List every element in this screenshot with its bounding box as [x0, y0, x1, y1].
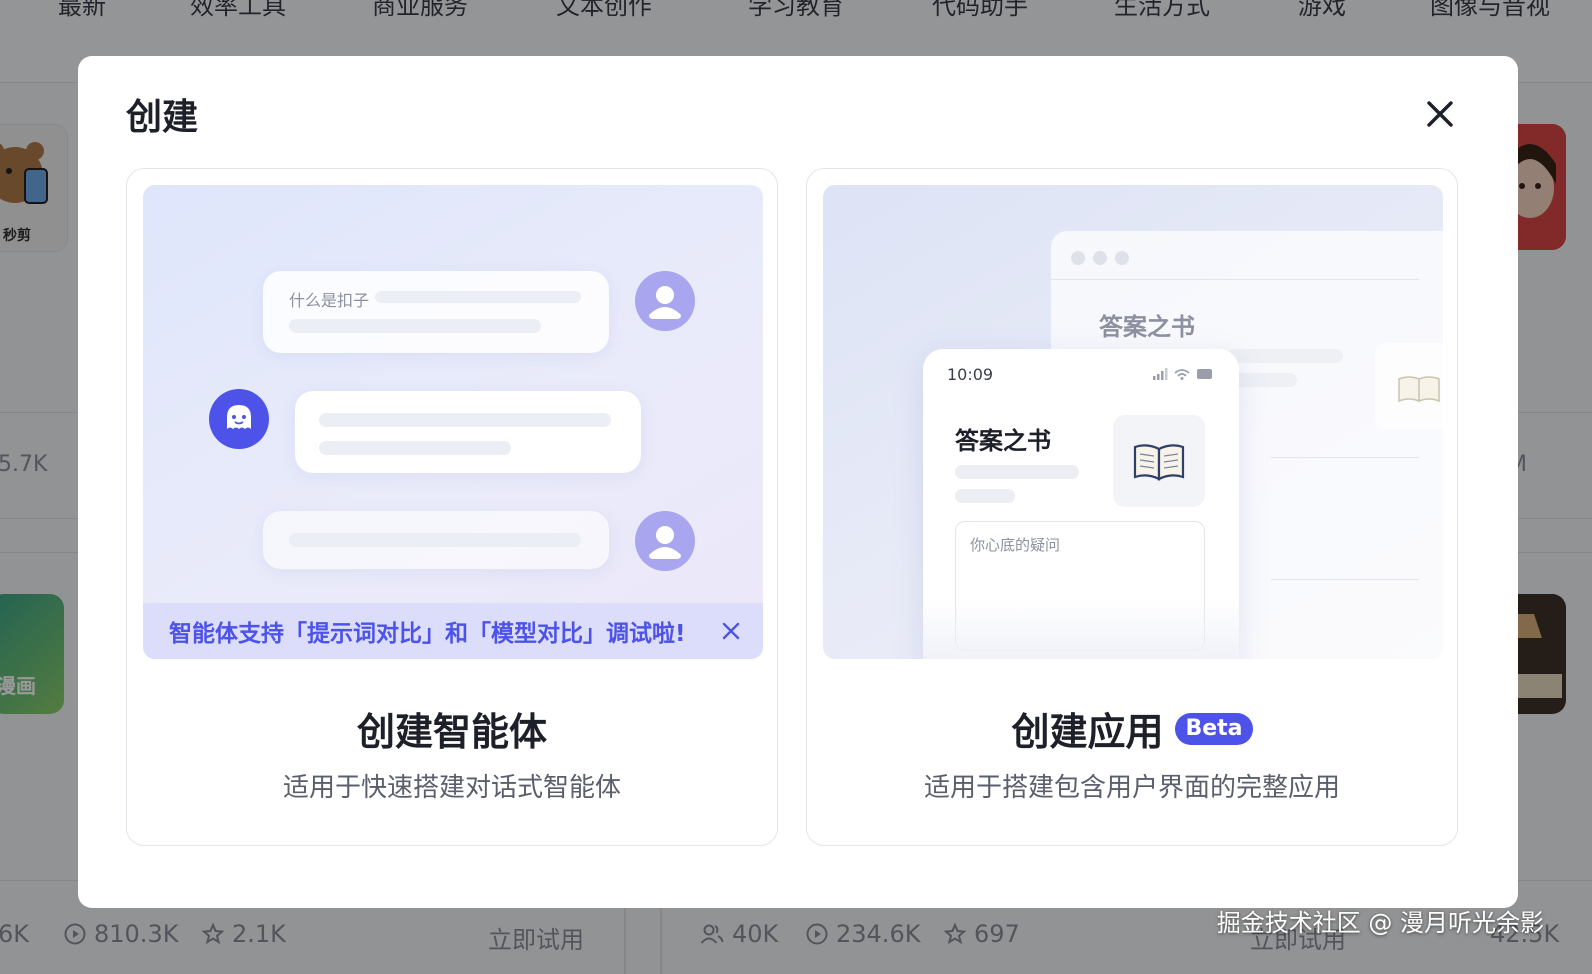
placeholder-line [319, 413, 611, 427]
divider [1271, 457, 1419, 458]
bot-avatar-icon [209, 389, 269, 449]
window-dot [1115, 251, 1129, 265]
open-book-icon [1133, 444, 1185, 481]
card-description: 适用于快速搭建对话式智能体 [282, 773, 621, 803]
card-title: 创建智能体 [356, 710, 547, 754]
feature-promo-banner: 智能体支持「提示词对比」和「模型对比」调试啦! [143, 603, 763, 659]
placeholder-line [289, 319, 541, 333]
card-description: 适用于搭建包含用户界面的完整应用 [923, 773, 1340, 803]
close-icon [1427, 101, 1453, 127]
app-preview-illustration: 答案之书 10:09 答案之书 你心底的疑问 [823, 185, 1443, 659]
close-icon [722, 622, 740, 640]
promo-close-button[interactable] [717, 617, 745, 645]
input-placeholder: 你心底的疑问 [970, 536, 1061, 554]
user-avatar-icon [635, 511, 695, 571]
create-dialog: 创建 什么是扣子 智能体支持「提示词对比」和「模型对比」调试啦! 创建智能体 适… [78, 56, 1518, 908]
agent-preview-illustration: 什么是扣子 智能体支持「提示词对比」和「模型对比」调试啦! [143, 185, 763, 659]
phone-time: 10:09 [947, 365, 994, 384]
create-app-card[interactable]: 答案之书 10:09 答案之书 你心底的疑问 创建应用 Beta 适用于搭建包含… [806, 168, 1458, 846]
placeholder-line [955, 465, 1079, 479]
book-icon [1398, 376, 1440, 403]
watermark: 掘金技术社区 @ 漫月听光余影 [1216, 909, 1544, 937]
dialog-title: 创建 [126, 97, 199, 138]
window-dot [1071, 251, 1085, 265]
book-tile [1113, 415, 1205, 507]
promo-text: 智能体支持「提示词对比」和「模型对比」调试啦! [169, 621, 686, 647]
placeholder-line [319, 441, 511, 455]
book-tile [1375, 343, 1443, 429]
phone-mock: 10:09 答案之书 你心底的疑问 [923, 349, 1239, 659]
close-button[interactable] [1420, 94, 1460, 134]
chat-bubble-bot [295, 391, 641, 473]
question-label: 什么是扣子 [289, 291, 370, 310]
placeholder-line [375, 291, 581, 303]
card-title: 创建应用 Beta [807, 701, 1457, 756]
chat-bubble-user: 什么是扣子 [263, 271, 609, 353]
placeholder-line [1227, 349, 1343, 363]
window-title: 答案之书 [1099, 313, 1195, 341]
divider [1271, 579, 1419, 580]
placeholder-line [289, 533, 581, 547]
user-avatar-icon [635, 271, 695, 331]
phone-app-title: 答案之书 [955, 427, 1051, 455]
divider [1051, 279, 1419, 280]
chat-bubble-user [263, 511, 609, 569]
create-agent-card[interactable]: 什么是扣子 智能体支持「提示词对比」和「模型对比」调试啦! 创建智能体 适用于快… [126, 168, 778, 846]
window-dot [1093, 251, 1107, 265]
placeholder-line [955, 489, 1015, 503]
beta-badge: Beta [1175, 712, 1253, 745]
fade-overlay [923, 599, 1239, 659]
status-bar-icons [1153, 368, 1212, 380]
